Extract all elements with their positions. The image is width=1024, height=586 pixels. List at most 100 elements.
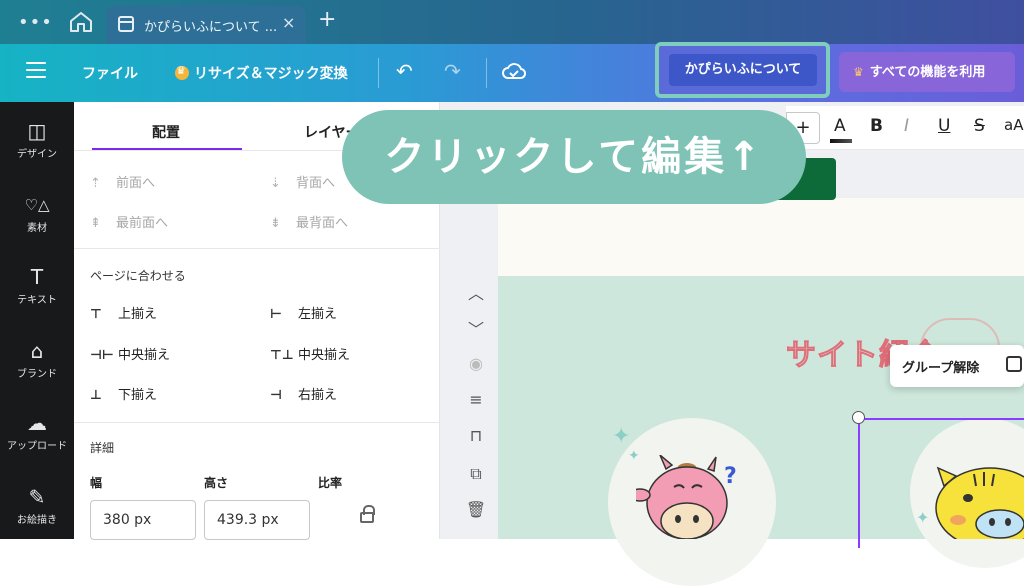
new-tab-icon[interactable]: + xyxy=(318,7,336,32)
align-right-icon: ⊣ xyxy=(270,388,282,403)
details-heading: 詳細 xyxy=(90,441,115,455)
letter-case-button[interactable]: aA xyxy=(1004,116,1023,134)
bring-to-front-label: 最前面へ xyxy=(116,216,169,231)
redo-icon[interactable]: ↷ xyxy=(444,59,461,83)
bring-forward-icon: ⇡ xyxy=(90,176,101,191)
section-divider xyxy=(74,422,440,423)
click-to-edit-callout: クリックして編集↑ xyxy=(342,110,806,204)
align-right-button[interactable]: ⊣ 右揃え xyxy=(270,384,337,403)
premium-features-button[interactable]: ♛ すべての機能を利用 xyxy=(839,52,1015,92)
sidebar-item-label: ブランド xyxy=(17,369,57,380)
sidebar-item-upload[interactable]: ☁ アップロード xyxy=(0,412,74,452)
resize-magic-label: リサイズ＆マジック変換 xyxy=(194,66,348,82)
bring-forward-label: 前面へ xyxy=(116,176,156,191)
sidebar-item-label: デザイン xyxy=(17,149,57,160)
undo-icon[interactable]: ↶ xyxy=(396,59,413,83)
browser-menu-icon[interactable]: ••• xyxy=(18,12,53,33)
text-color-button[interactable]: A xyxy=(834,116,846,136)
hamburger-menu-icon[interactable] xyxy=(26,62,46,78)
align-left-icon: ⊢ xyxy=(270,307,282,322)
design-icon: ◫ xyxy=(27,119,47,143)
align-bottom-label: 下揃え xyxy=(118,388,158,403)
align-bottom-button[interactable]: ⊥ 下揃え xyxy=(90,384,157,403)
bring-to-front-button[interactable]: ⇞ 最前面へ xyxy=(90,212,168,231)
selection-frame xyxy=(858,418,1024,548)
section-divider xyxy=(74,248,440,249)
chevron-down-icon[interactable]: ﹀ xyxy=(456,316,496,340)
sidebar-item-label: テキスト xyxy=(17,295,57,306)
sidebar-item-design[interactable]: ◫ デザイン xyxy=(0,120,74,160)
trash-icon[interactable]: 🗑 xyxy=(456,500,496,519)
close-icon[interactable]: × xyxy=(282,13,295,32)
align-left-button[interactable]: ⊢ 左揃え xyxy=(270,303,337,322)
context-menu: グループ解除 xyxy=(890,345,1024,387)
browser-tab[interactable]: かぴらいふについて ... × xyxy=(106,6,306,44)
toolbar-divider xyxy=(486,58,487,88)
svg-text:?: ? xyxy=(724,464,737,489)
home-icon[interactable] xyxy=(68,10,94,34)
lock-icon[interactable]: ⊓ xyxy=(456,426,496,445)
align-middle-label: 中央揃え xyxy=(118,348,171,363)
width-label: 幅 xyxy=(90,476,103,490)
title-highlight-frame: かぴらいふについて xyxy=(655,42,830,98)
edit-notes-icon[interactable]: ≡ xyxy=(456,390,496,409)
italic-button[interactable]: I xyxy=(904,116,909,136)
active-tab-indicator xyxy=(92,148,242,150)
ungroup-button[interactable]: グループ解除 xyxy=(902,357,979,376)
chevron-up-icon[interactable]: ︿ xyxy=(456,280,496,304)
tab-arrange[interactable]: 配置 xyxy=(152,122,180,142)
bring-to-front-icon: ⇞ xyxy=(90,216,101,231)
copy-icon[interactable] xyxy=(1006,356,1022,372)
design-title-button[interactable]: かぴらいふについて xyxy=(669,54,817,86)
crown-icon: ♛ xyxy=(853,65,864,79)
upload-icon: ☁ xyxy=(27,411,47,435)
lock-aspect-ratio-icon[interactable] xyxy=(360,505,375,523)
text-color-swatch xyxy=(830,139,852,143)
send-backward-label: 背面へ xyxy=(296,176,336,191)
toolbar-divider xyxy=(378,58,379,88)
align-middle-button[interactable]: ⊣⊢ 中央揃え xyxy=(90,344,170,363)
draw-icon: ✎ xyxy=(28,485,46,509)
sidebar-item-text[interactable]: T テキスト xyxy=(0,266,74,306)
width-field[interactable]: 380 px xyxy=(90,500,196,540)
align-top-label: 上揃え xyxy=(118,307,158,322)
design-page-top[interactable] xyxy=(498,198,1024,276)
align-bottom-icon: ⊥ xyxy=(90,388,102,403)
hide-icon[interactable]: ◉ xyxy=(456,354,496,373)
height-label: 高さ xyxy=(204,476,229,490)
sidebar-item-label: アップロード xyxy=(7,441,67,452)
align-middle-icon: ⊣⊢ xyxy=(90,348,114,363)
sidebar-item-draw[interactable]: ✎ お絵描き xyxy=(0,486,74,526)
height-field[interactable]: 439.3 px xyxy=(204,500,310,540)
file-menu-button[interactable]: ファイル xyxy=(82,63,138,83)
send-to-back-icon: ⇟ xyxy=(270,216,281,231)
send-to-back-label: 最背面へ xyxy=(296,216,349,231)
duplicate-icon[interactable]: ⧉ xyxy=(456,464,496,484)
browser-tab-bar: ••• かぴらいふについて ... × + xyxy=(0,0,1024,44)
send-backward-button[interactable]: ⇣ 背面へ xyxy=(270,172,335,191)
cloud-saved-icon[interactable] xyxy=(502,61,526,81)
elements-icon: ♡△ xyxy=(24,196,50,214)
text-format-toolbar: + A B I U S aA xyxy=(786,106,1024,150)
send-to-back-button[interactable]: ⇟ 最背面へ xyxy=(270,212,348,231)
bold-button[interactable]: B xyxy=(870,116,883,136)
underline-button[interactable]: U xyxy=(938,116,950,136)
resize-magic-button[interactable]: リサイズ＆マジック変換 xyxy=(175,63,348,83)
sidebar-item-brand[interactable]: ⌂ ブランド xyxy=(0,340,74,380)
ratio-label: 比率 xyxy=(318,476,343,490)
page-icon xyxy=(118,16,134,32)
strikethrough-button[interactable]: S xyxy=(974,116,985,136)
align-center-button[interactable]: ⊤⊥ 中央揃え xyxy=(270,344,350,363)
left-sidebar: ◫ デザイン ♡△ 素材 T テキスト ⌂ ブランド ☁ アップロード ✎ お絵… xyxy=(0,102,74,539)
sidebar-item-label: 素材 xyxy=(27,223,47,234)
rotate-handle[interactable] xyxy=(852,411,865,424)
align-top-button[interactable]: ⊤ 上揃え xyxy=(90,303,157,322)
premium-label: すべての機能を利用 xyxy=(869,65,986,80)
brand-icon: ⌂ xyxy=(30,339,44,363)
sidebar-item-elements[interactable]: ♡△ 素材 xyxy=(0,194,74,234)
align-to-page-heading: ページに合わせる xyxy=(90,269,186,283)
bring-forward-button[interactable]: ⇡ 前面へ xyxy=(90,172,155,191)
align-right-label: 右揃え xyxy=(298,388,338,403)
giraffe-illustration[interactable]: ? xyxy=(636,455,738,539)
sparkle-icon: ✦ xyxy=(612,424,631,449)
